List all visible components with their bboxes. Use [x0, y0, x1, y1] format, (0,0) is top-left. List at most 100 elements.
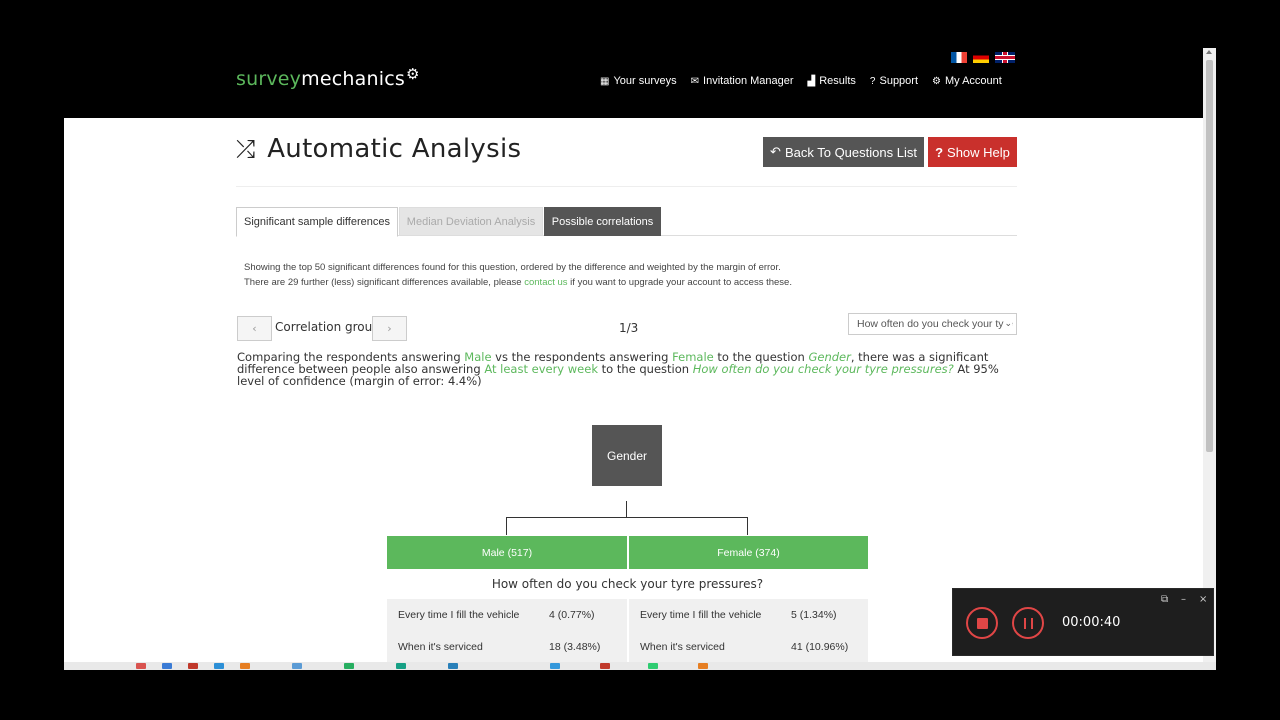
tab-possible-correlations[interactable]: Possible correlations	[544, 207, 661, 236]
answer-highlight: At least every week	[484, 362, 598, 376]
nav-label: Invitation Manager	[703, 75, 794, 87]
divider	[236, 186, 1017, 187]
popout-icon[interactable]: ⧉	[1161, 594, 1168, 605]
prev-group-button[interactable]: ‹	[237, 316, 272, 341]
taskbar-app-icon[interactable]	[240, 663, 250, 669]
taskbar-app-icon[interactable]	[162, 663, 172, 669]
taskbar-app-icon[interactable]	[448, 663, 458, 669]
taskbar-app-icon[interactable]	[600, 663, 610, 669]
comparison-summary: Comparing the respondents answering Male…	[237, 351, 1019, 387]
flag-fr-icon[interactable]	[951, 52, 967, 63]
question-icon: ?	[935, 144, 944, 160]
shuffle-icon: ⤮	[236, 135, 256, 163]
tab-median-deviation-analysis[interactable]: Median Deviation Analysis	[399, 207, 543, 236]
question-icon: ?	[869, 75, 876, 87]
answer-value: 41 (10.96%)	[791, 641, 849, 653]
tree-root-node: Gender	[592, 425, 662, 486]
stop-icon	[976, 617, 988, 629]
table-icon: ▦	[600, 75, 610, 87]
chevron-down-icon: ⌄	[1004, 318, 1012, 329]
brand-logo[interactable]: surveymechanics⚙	[236, 65, 420, 90]
recording-timer: 00:00:40	[1062, 615, 1121, 630]
taskbar-app-icon[interactable]	[136, 663, 146, 669]
tree-connector	[506, 517, 507, 535]
answer-value: 5 (1.34%)	[791, 609, 837, 621]
next-group-button[interactable]: ›	[372, 316, 407, 341]
answer-value: 18 (3.48%)	[549, 641, 601, 653]
stop-recording-button[interactable]	[966, 607, 998, 639]
answers-question-heading: How often do you check your tyre pressur…	[491, 577, 764, 591]
envelope-icon: ✉	[690, 75, 700, 87]
page-scrollbar[interactable]	[1203, 48, 1216, 670]
question-select[interactable]: How often do you check your tyre pressur…	[848, 313, 1017, 335]
page-header: ⤮ Automatic Analysis	[236, 134, 521, 164]
back-to-questions-button[interactable]: ↶ Back To Questions List	[763, 137, 924, 167]
notice-text: There are 29 further (less) significant …	[244, 277, 525, 288]
signal-icon: ▟	[807, 75, 816, 87]
notice-text: if you want to upgrade your account to a…	[567, 277, 792, 288]
branch-female: Female (374)	[629, 536, 868, 569]
scrollbar-thumb[interactable]	[1206, 60, 1213, 452]
nav-your-surveys[interactable]: ▦ Your surveys	[600, 75, 677, 87]
correlation-group-label: Correlation group	[275, 320, 380, 334]
browser-viewport: surveymechanics⚙ ▦ Your surveys ✉ Invita…	[64, 48, 1216, 670]
main-nav: ▦ Your surveys ✉ Invitation Manager ▟ Re…	[600, 75, 1002, 87]
taskbar-app-icon[interactable]	[396, 663, 406, 669]
answer-label: When it's serviced	[640, 641, 725, 653]
taskbar-app-icon[interactable]	[292, 663, 302, 669]
answer-value: 4 (0.77%)	[549, 609, 595, 621]
branch-male: Male (517)	[387, 536, 627, 569]
answer-label: Every time I fill the vehicle	[398, 609, 520, 621]
answer-label: Every time I fill the vehicle	[640, 609, 762, 621]
notice-line-2: There are 29 further (less) significant …	[244, 275, 792, 290]
answer-row: When it's serviced 18 (3.48%)	[387, 631, 627, 663]
answer-row: When it's serviced 41 (10.96%)	[629, 631, 868, 663]
summary-text: to the question	[597, 362, 693, 376]
notice-line-1: Showing the top 50 significant differenc…	[244, 262, 781, 273]
page-title: Automatic Analysis	[267, 134, 522, 164]
pause-icon	[1023, 617, 1033, 629]
question-highlight: How often do you check your tyre pressur…	[692, 362, 954, 376]
logo-text-survey: survey	[236, 68, 302, 90]
nav-label: Results	[819, 75, 856, 87]
nav-my-account[interactable]: ⚙ My Account	[932, 75, 1002, 87]
answer-row: Every time I fill the vehicle 4 (0.77%)	[387, 599, 627, 631]
taskbar-app-icon[interactable]	[550, 663, 560, 669]
taskbar-app-icon[interactable]	[214, 663, 224, 669]
contact-us-link[interactable]: contact us	[524, 277, 567, 288]
minimize-icon[interactable]: –	[1181, 594, 1186, 605]
screen-recorder-widget: ⧉ – × 00:00:40	[952, 588, 1214, 656]
taskbar-app-icon[interactable]	[648, 663, 658, 669]
scroll-up-icon[interactable]	[1206, 50, 1212, 54]
nav-label: My Account	[944, 75, 1002, 87]
taskbar-app-icon[interactable]	[344, 663, 354, 669]
answer-row: Every time I fill the vehicle 5 (1.34%)	[629, 599, 868, 631]
os-taskbar	[64, 662, 1216, 670]
tree-connector	[506, 517, 748, 518]
tree-connector	[626, 501, 627, 518]
flag-gb-icon[interactable]	[995, 52, 1015, 63]
tab-significant-sample-differences[interactable]: Significant sample differences	[236, 207, 398, 237]
taskbar-app-icon[interactable]	[698, 663, 708, 669]
results-notice: Showing the top 50 significant differenc…	[244, 260, 792, 290]
analysis-tabs: Significant sample differences Median De…	[236, 207, 1017, 237]
help-button-label: Show Help	[947, 144, 1010, 160]
nav-support[interactable]: ? Support	[870, 75, 918, 87]
group-counter: 1/3	[619, 321, 639, 335]
undo-icon: ↶	[770, 144, 781, 159]
pause-recording-button[interactable]	[1012, 607, 1044, 639]
gear-icon: ⚙	[932, 75, 941, 87]
nav-label: Support	[879, 75, 919, 87]
language-switcher	[951, 52, 1015, 63]
nav-label: Your surveys	[613, 75, 677, 87]
taskbar-app-icon[interactable]	[188, 663, 198, 669]
flag-de-icon[interactable]	[973, 52, 989, 63]
nav-invitation-manager[interactable]: ✉ Invitation Manager	[691, 75, 794, 87]
answers-female: Every time I fill the vehicle 5 (1.34%) …	[629, 599, 868, 670]
nav-results[interactable]: ▟ Results	[808, 75, 856, 87]
tree-connector	[747, 517, 748, 535]
answers-male: Every time I fill the vehicle 4 (0.77%) …	[387, 599, 627, 670]
close-icon[interactable]: ×	[1199, 594, 1207, 605]
logo-gear-icon: ⚙	[405, 65, 420, 83]
show-help-button[interactable]: ? Show Help	[928, 137, 1017, 167]
